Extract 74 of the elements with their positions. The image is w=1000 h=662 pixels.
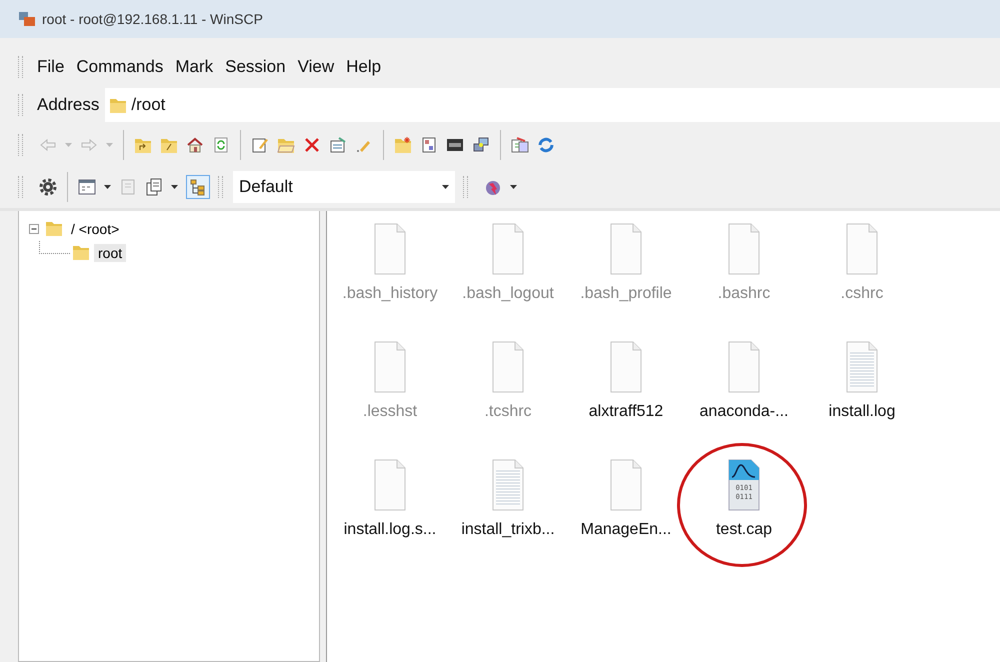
file-name[interactable]: anaconda-... [700,403,788,421]
file-name[interactable]: ManageEn... [580,521,672,539]
app-icon [18,11,36,27]
file-name[interactable]: .tcshrc [484,403,532,421]
collapse-icon[interactable] [29,224,39,234]
new-folder-icon[interactable] [394,136,412,154]
toolbar-grip [18,94,23,116]
file-name[interactable]: .bashrc [718,285,770,303]
toolbar-grip [18,56,23,78]
back-arrow-icon[interactable] [39,136,57,154]
caret-icon[interactable] [171,185,178,189]
computers-icon[interactable] [472,136,490,154]
file-name[interactable]: .bash_profile [580,285,672,303]
file-name[interactable]: .bash_history [342,285,438,303]
text-file-icon[interactable] [492,459,524,511]
menu-item[interactable]: View [292,57,340,77]
toolbar-grip [18,134,23,156]
book-icon[interactable] [119,178,137,196]
folder-icon [109,96,128,114]
properties-icon[interactable] [329,136,347,154]
list-view-icon[interactable] [78,178,96,196]
file-name[interactable]: .cshrc [840,285,884,303]
file-icon[interactable] [374,223,406,275]
documents-icon[interactable] [145,178,163,196]
caret-icon[interactable] [104,185,111,189]
folder-icon [72,243,92,263]
file-icon[interactable] [492,223,524,275]
file-name[interactable]: .lesshst [362,403,418,421]
tree-item[interactable]: root [94,244,126,262]
refresh-icon[interactable] [212,136,230,154]
toolbar-grip [18,176,23,198]
menu-item[interactable]: Help [340,57,388,77]
folder-icon [45,219,65,239]
sync-arrows-icon[interactable] [537,136,555,154]
open-folder-icon[interactable] [277,136,295,154]
parent-folder-icon[interactable] [134,136,152,154]
delete-icon[interactable] [303,136,321,154]
home-icon[interactable] [186,136,204,154]
file-name[interactable]: install.log [828,403,896,421]
file-icon[interactable] [610,459,642,511]
edit-icon[interactable] [251,136,269,154]
globe-bolt-icon[interactable] [484,178,502,196]
file-icon[interactable] [610,341,642,393]
file-name[interactable]: install.log.s... [344,521,436,539]
file-icon[interactable] [728,223,760,275]
layout-dropdown[interactable]: Default [233,171,455,203]
menu-item[interactable]: Commands [70,57,170,77]
file-icon[interactable] [728,341,760,393]
file-icon[interactable] [374,459,406,511]
file-name[interactable]: .bash_logout [462,285,554,303]
caret-icon[interactable] [510,185,517,189]
file-icon[interactable] [846,223,878,275]
window-title: root - root@192.168.1.11 - WinSCP [42,11,263,27]
text-file-icon[interactable] [846,341,878,393]
menu-item[interactable]: File [31,57,70,77]
forward-arrow-icon[interactable] [80,136,98,154]
address-label: Address [37,95,100,115]
tree-view-toggle[interactable] [186,175,210,199]
menu-item[interactable]: Mark [169,57,220,77]
file-name[interactable]: alxtraff512 [588,403,664,421]
file-name[interactable]: test.cap [716,521,772,539]
menu-item[interactable]: Session [219,57,292,77]
address-field[interactable]: /root [105,88,1000,122]
file-icon[interactable] [610,223,642,275]
toolbar-grip [463,176,468,198]
folder-icon[interactable] [160,136,178,154]
file-icon[interactable] [374,341,406,393]
tree-item[interactable]: / <root> [67,220,124,238]
tree-line [39,240,70,254]
file-icon[interactable] [492,341,524,393]
gear-icon[interactable] [39,178,57,196]
caret-icon [442,185,449,189]
toolbar-grip [218,176,223,198]
file-name[interactable]: install_trixb... [461,521,555,539]
